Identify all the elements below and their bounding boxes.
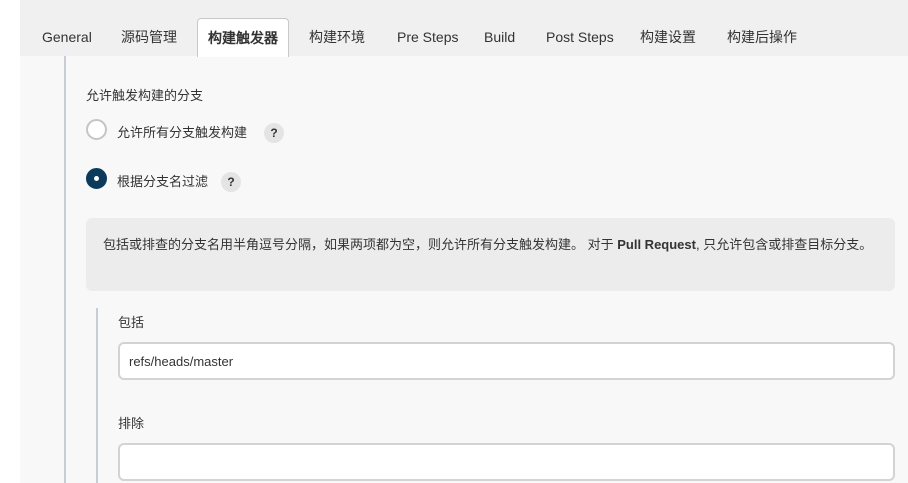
radio-filter-by-name-label[interactable]: 根据分支名过滤	[117, 171, 208, 190]
exclude-label: 排除	[118, 416, 145, 431]
tab-build[interactable]: Build	[484, 19, 515, 56]
tab-general[interactable]: General	[42, 19, 92, 56]
tab-build-environment[interactable]: 构建环境	[309, 19, 365, 56]
tab-build-triggers[interactable]: 构建触发器	[197, 18, 289, 57]
include-label: 包括	[118, 315, 145, 330]
tab-bar: General 源码管理 构建触发器 构建环境 Pre Steps Build …	[20, 0, 908, 57]
help-text-part: , 只允许包含或排查目标分支。	[695, 237, 873, 252]
tab-post-build-actions[interactable]: 构建后操作	[727, 19, 797, 56]
help-icon[interactable]: ?	[221, 172, 241, 192]
radio-all-branches[interactable]	[86, 119, 107, 140]
build-triggers-panel: 允许触发构建的分支 允许所有分支触发构建 ? 根据分支名过滤 ? 包括或排查的分…	[20, 56, 908, 483]
branch-filter-help-text: 包括或排查的分支名用半角逗号分隔，如果两项都为空，则允许所有分支触发构建。 对于…	[86, 218, 895, 291]
help-icon[interactable]: ?	[264, 123, 284, 143]
help-text-part: 包括或排查的分支名用半角逗号分隔，如果两项都为空，则允许所有分支触发构建。 对于	[103, 237, 618, 252]
filter-indent-rule	[96, 308, 98, 483]
tab-pre-steps[interactable]: Pre Steps	[397, 19, 458, 56]
exclude-branches-input[interactable]	[118, 443, 895, 481]
tab-source-control[interactable]: 源码管理	[121, 19, 177, 56]
tab-build-settings[interactable]: 构建设置	[640, 19, 696, 56]
tab-post-steps[interactable]: Post Steps	[546, 19, 614, 56]
section-indent-rule	[64, 56, 66, 483]
radio-all-branches-label[interactable]: 允许所有分支触发构建	[117, 122, 247, 141]
include-branches-input[interactable]	[118, 342, 895, 380]
branch-section-title: 允许触发构建的分支	[86, 88, 204, 103]
help-text-bold: Pull Request	[617, 237, 696, 252]
radio-filter-by-name[interactable]	[86, 168, 107, 189]
